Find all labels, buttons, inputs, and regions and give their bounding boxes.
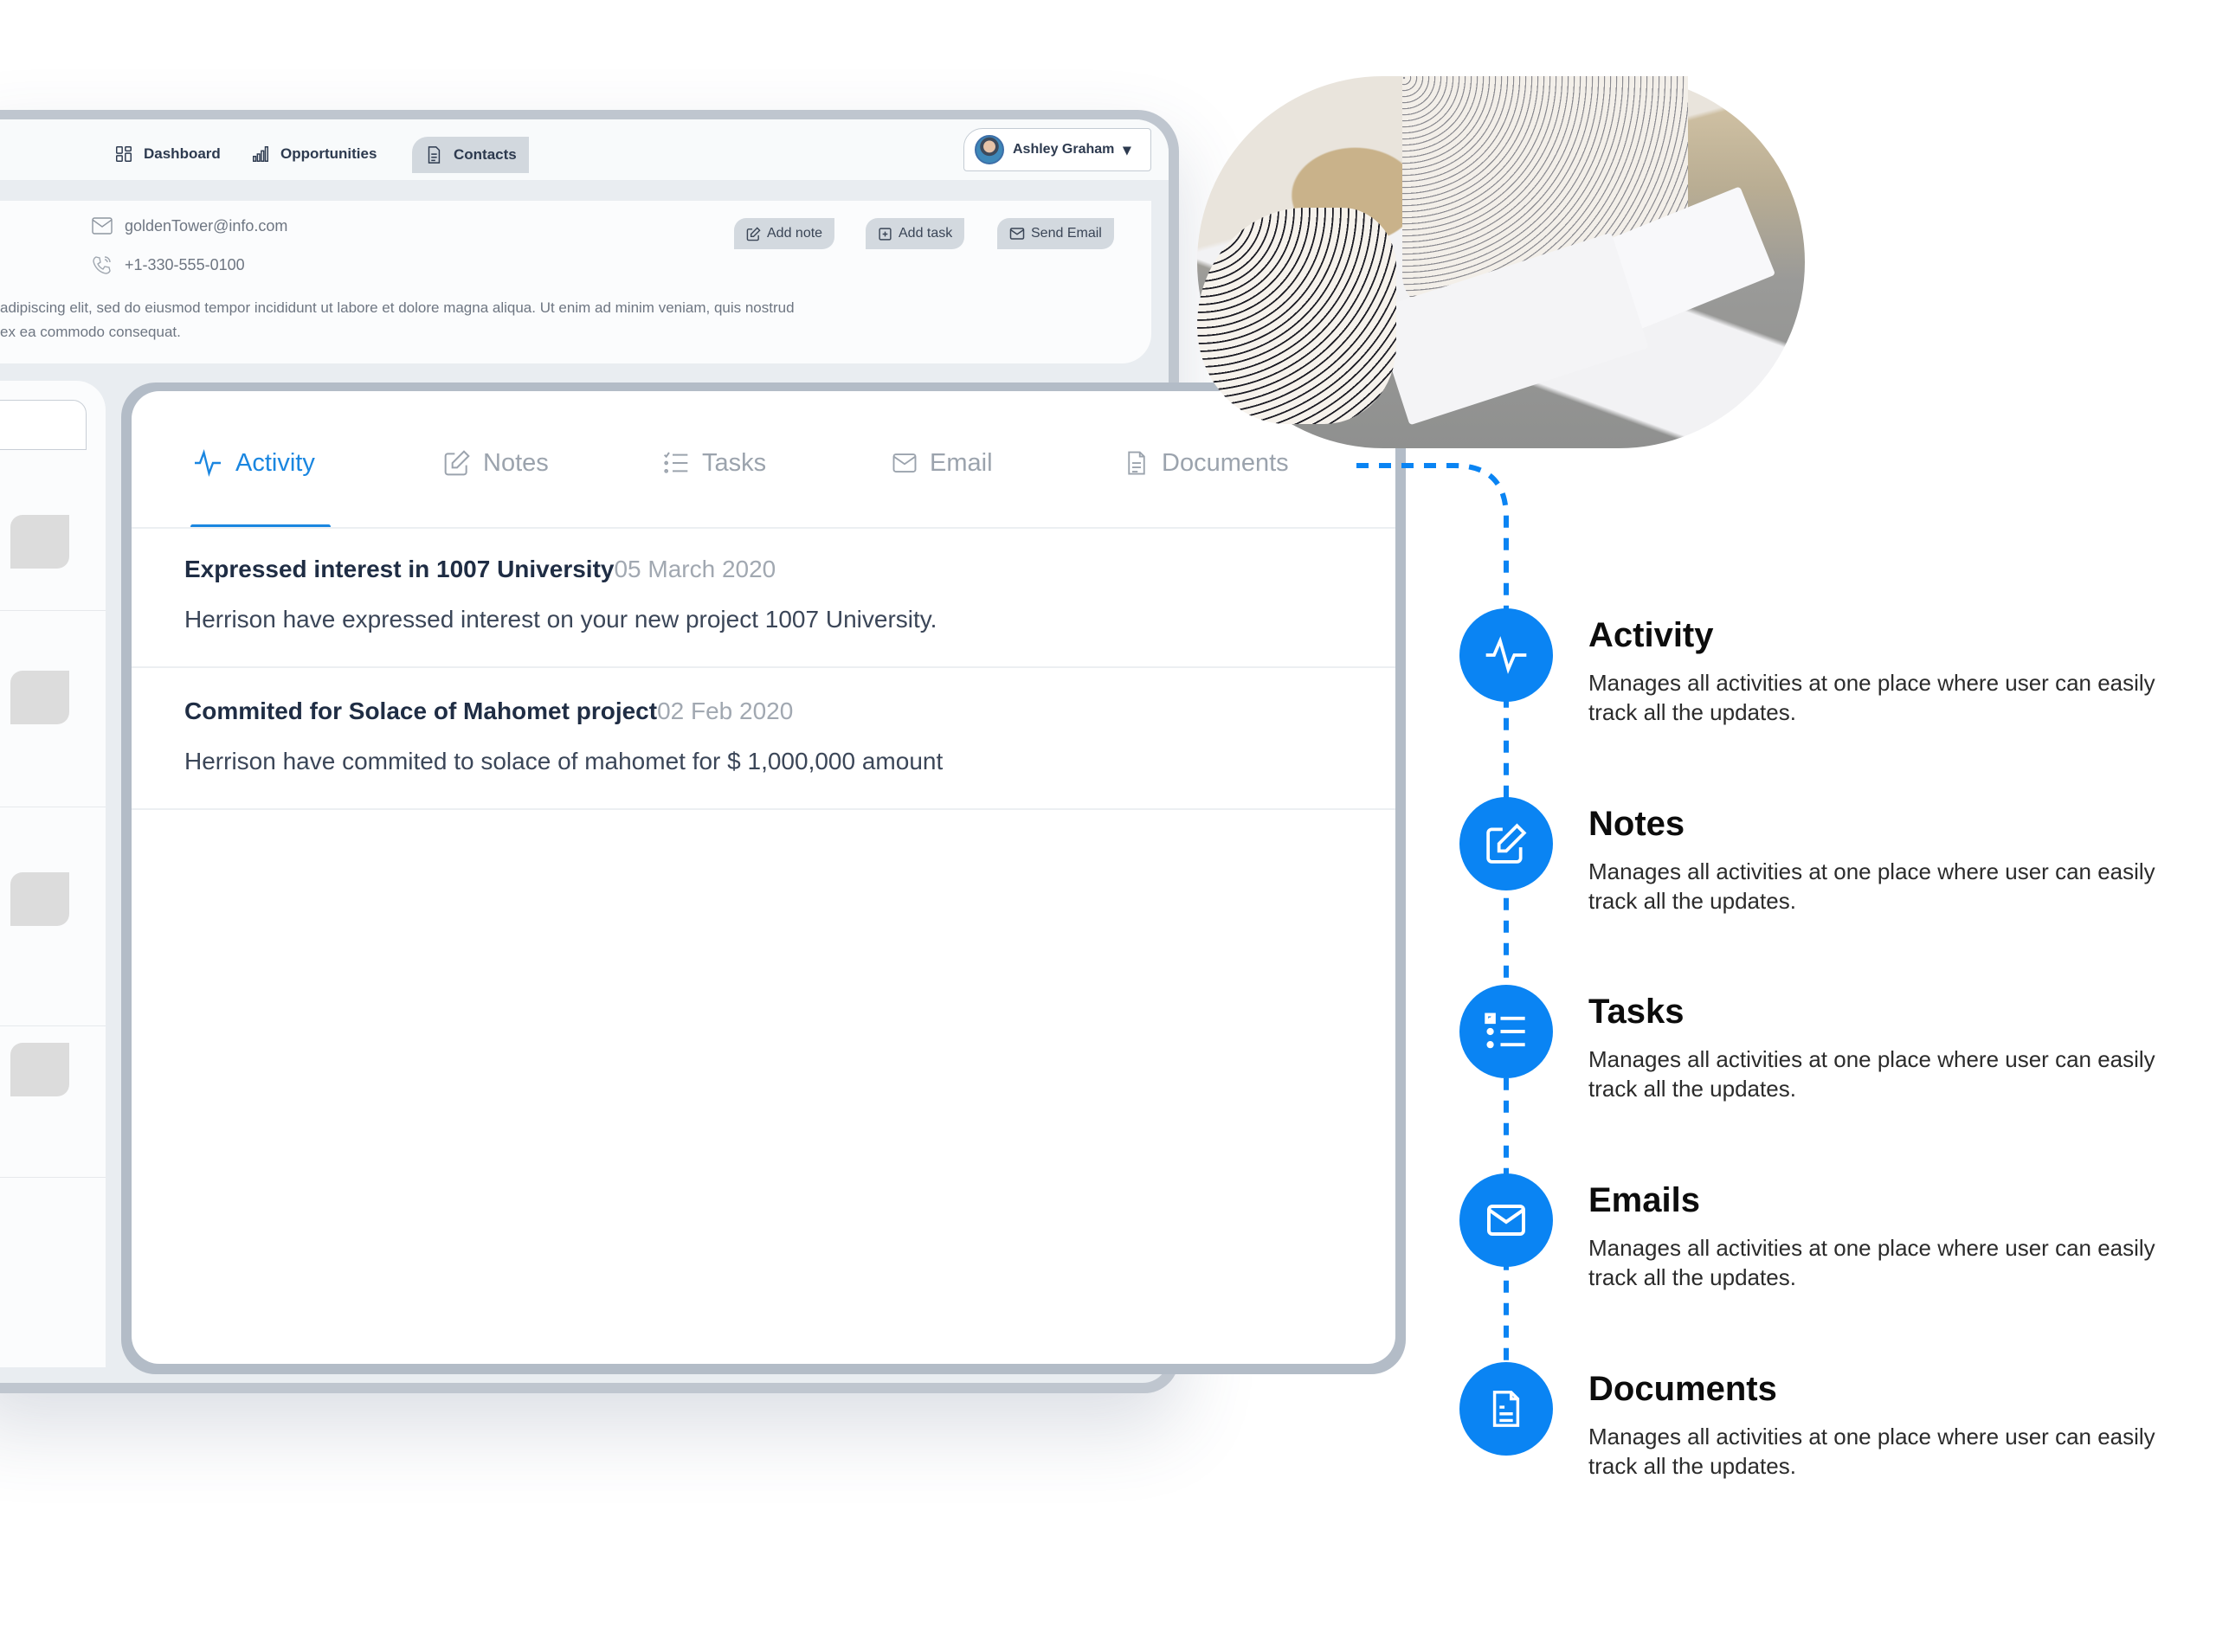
feature-title: Emails	[1588, 1181, 1700, 1219]
activity-item-description: Herrison have expressed interest on your…	[184, 606, 937, 633]
document-icon	[1492, 1391, 1520, 1427]
activity-icon	[195, 448, 221, 478]
nav-opportunities-label: Opportunities	[280, 145, 377, 162]
list-item-thumbnail[interactable]	[10, 671, 69, 724]
document-icon	[1128, 451, 1145, 475]
list-item-thumbnail[interactable]	[10, 1043, 69, 1096]
feature-emails-badge	[1459, 1173, 1553, 1267]
tab-email[interactable]: Email	[892, 441, 993, 485]
add-note-button[interactable]: Add note	[734, 218, 835, 249]
activity-row-divider	[132, 666, 1395, 668]
feature-description: Manages all activities at one place wher…	[1588, 1424, 2155, 1479]
feature-title: Tasks	[1588, 993, 1685, 1031]
nav-opportunities[interactable]: Opportunities	[239, 137, 389, 171]
tab-email-label: Email	[930, 448, 993, 477]
edit-icon	[746, 226, 761, 241]
description-line-2: ex ea commodo consequat.	[0, 324, 181, 340]
contact-phone: +1-330-555-0100	[92, 254, 245, 275]
document-icon	[428, 146, 441, 164]
caret-down-icon: ▾	[1123, 140, 1131, 158]
contact-email: goldenTower@info.com	[92, 216, 287, 235]
activity-item-title[interactable]: Commited for Solace of Mahomet project02…	[184, 697, 793, 725]
nav-contacts-label: Contacts	[454, 146, 517, 163]
feature-description: Manages all activities at one place wher…	[1588, 858, 2155, 914]
dashboard-icon	[116, 146, 132, 162]
tab-tasks-label: Tasks	[702, 448, 767, 477]
list-divider	[0, 1025, 106, 1026]
feature-title: Documents	[1588, 1370, 1777, 1408]
send-email-button[interactable]: Send Email	[997, 218, 1114, 249]
description-line-1: adipiscing elit, sed do eiusmod tempor i…	[0, 299, 795, 316]
feature-tasks-badge	[1459, 985, 1553, 1078]
user-menu-dropdown[interactable]: Ashley Graham ▾	[963, 128, 1151, 171]
activity-title-text: Commited for Solace of Mahomet project	[184, 697, 658, 724]
mail-icon	[1009, 228, 1025, 240]
activity-date: 02 Feb 2020	[657, 697, 794, 724]
list-item-thumbnail[interactable]	[10, 515, 69, 569]
nav-dashboard[interactable]: Dashboard	[102, 137, 233, 171]
contact-description: adipiscing elit, sed do eiusmod tempor i…	[0, 296, 1039, 344]
tab-documents[interactable]: Documents	[1124, 441, 1289, 485]
task-list-icon	[663, 452, 688, 473]
list-divider	[0, 610, 106, 611]
tab-documents-label: Documents	[1162, 448, 1289, 477]
tab-notes[interactable]: Notes	[443, 441, 549, 485]
user-name: Ashley Graham	[1013, 142, 1115, 157]
feature-documents-badge	[1459, 1362, 1553, 1456]
contact-search-input[interactable]	[0, 400, 87, 450]
plus-square-icon	[879, 227, 892, 241]
list-divider	[0, 1177, 106, 1178]
activity-icon	[1485, 636, 1527, 674]
nav-contacts[interactable]: Contacts	[412, 137, 529, 173]
feature-notes-badge	[1459, 797, 1553, 890]
timeline-connector	[1356, 463, 1509, 1411]
mail-icon	[1487, 1205, 1525, 1236]
edit-icon	[444, 450, 470, 476]
feature-description: Manages all activities at one place wher…	[1588, 1235, 2155, 1290]
tab-tasks[interactable]: Tasks	[662, 441, 766, 485]
add-task-label: Add task	[899, 226, 953, 241]
activity-date: 05 March 2020	[614, 556, 776, 582]
tab-activity-label: Activity	[235, 448, 315, 477]
contact-phone-text[interactable]: +1-330-555-0100	[125, 256, 245, 274]
task-list-icon	[1485, 1012, 1525, 1049]
list-item-thumbnail[interactable]	[10, 872, 69, 926]
send-email-label: Send Email	[1031, 226, 1102, 241]
contact-email-text[interactable]: goldenTower@info.com	[125, 217, 287, 235]
tab-activity[interactable]: Activity	[192, 441, 315, 485]
feature-description: Manages all activities at one place wher…	[1588, 670, 2155, 725]
activity-item-title[interactable]: Expressed interest in 1007 University05 …	[184, 556, 776, 583]
bar-chart-icon	[253, 146, 268, 162]
activity-panel	[132, 391, 1395, 1364]
nav-dashboard-label: Dashboard	[144, 145, 221, 162]
mail-icon	[92, 217, 113, 235]
activity-title-text: Expressed interest in 1007 University	[184, 556, 615, 582]
tabs-divider	[132, 527, 1395, 529]
activity-row-divider	[132, 808, 1395, 810]
phone-icon	[93, 256, 111, 274]
feature-description: Manages all activities at one place wher…	[1588, 1046, 2155, 1102]
feature-title: Activity	[1588, 616, 1714, 654]
activity-item-description: Herrison have commited to solace of maho…	[184, 748, 944, 775]
add-task-button[interactable]: Add task	[866, 218, 965, 249]
avatar	[975, 135, 1004, 164]
feature-title: Notes	[1588, 805, 1685, 843]
tab-notes-label: Notes	[483, 448, 549, 477]
mail-icon	[892, 453, 917, 472]
edit-icon	[1486, 823, 1527, 864]
feature-activity-badge	[1459, 608, 1553, 702]
add-note-label: Add note	[767, 226, 823, 241]
